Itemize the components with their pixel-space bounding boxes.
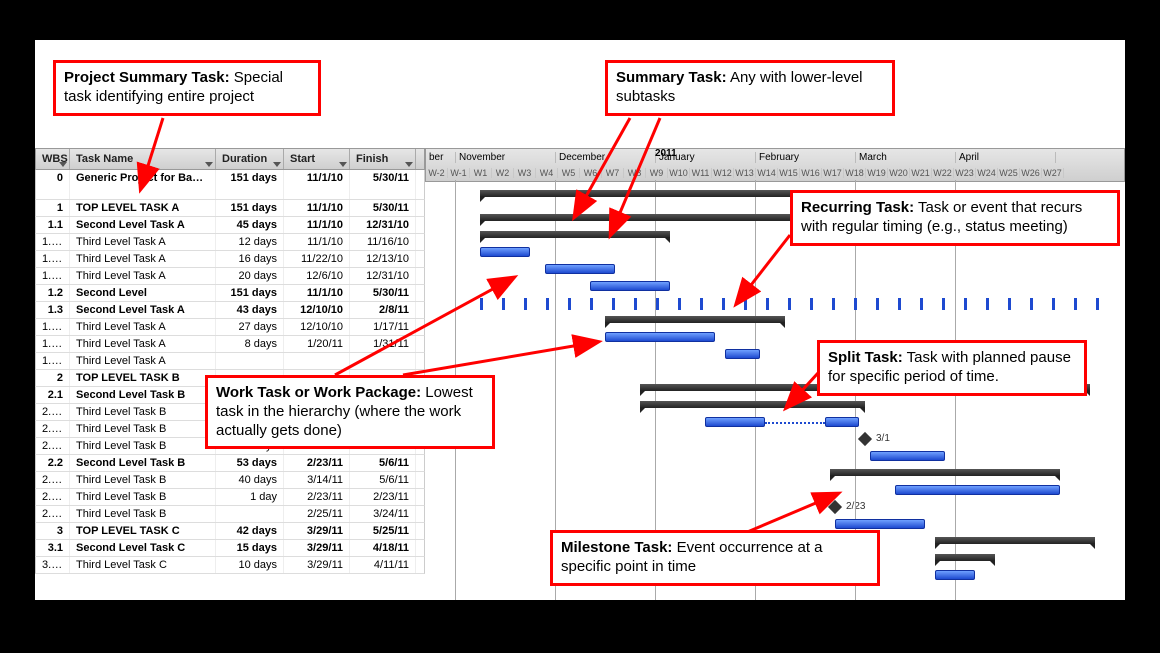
- recurring-marker: [744, 298, 747, 310]
- summary-bar[interactable]: [935, 537, 1095, 544]
- table-row[interactable]: 1.2Second Level151 days11/1/105/30/11: [35, 285, 425, 302]
- table-row[interactable]: 1.3.2Third Level Task A8 days1/20/111/31…: [35, 336, 425, 353]
- table-row[interactable]: 3.1.1Third Level Task C10 days3/29/114/1…: [35, 557, 425, 574]
- recurring-marker: [920, 298, 923, 310]
- task-bar[interactable]: [605, 332, 715, 342]
- task-bar[interactable]: [545, 264, 615, 274]
- summary-bar[interactable]: [640, 401, 865, 408]
- recurring-marker: [480, 298, 483, 310]
- recurring-marker: [766, 298, 769, 310]
- recurring-marker: [1074, 298, 1077, 310]
- gantt-diagram: Project Summary Task: Special task ident…: [35, 40, 1125, 600]
- summary-bar[interactable]: [605, 316, 785, 323]
- task-bar[interactable]: [835, 519, 925, 529]
- table-row[interactable]: 2.2Second Level Task B53 days2/23/115/6/…: [35, 455, 425, 472]
- task-bar[interactable]: [895, 485, 1060, 495]
- col-taskname[interactable]: Task Name: [70, 149, 216, 169]
- task-bar[interactable]: [480, 247, 530, 257]
- summary-bar[interactable]: [830, 469, 1060, 476]
- recurring-marker: [700, 298, 703, 310]
- recurring-marker: [986, 298, 989, 310]
- recurring-marker: [1096, 298, 1099, 310]
- task-table: WBS Task Name Duration Start Finish 0Gen…: [35, 148, 425, 574]
- table-row[interactable]: 3TOP LEVEL TASK C42 days3/29/115/25/11: [35, 523, 425, 540]
- callout-summary-task: Summary Task: Any with lower-level subta…: [605, 60, 895, 116]
- table-row[interactable]: 1.1.1Third Level Task A12 days11/1/1011/…: [35, 234, 425, 251]
- recurring-marker: [964, 298, 967, 310]
- recurring-marker: [568, 298, 571, 310]
- task-bar[interactable]: [825, 417, 859, 427]
- recurring-marker: [656, 298, 659, 310]
- recurring-marker: [876, 298, 879, 310]
- recurring-marker: [1008, 298, 1011, 310]
- callout-split: Split Task: Task with planned pause for …: [817, 340, 1087, 396]
- callout-milestone: Milestone Task: Event occurrence at a sp…: [550, 530, 880, 586]
- table-row[interactable]: 1.1.2Third Level Task A16 days11/22/1012…: [35, 251, 425, 268]
- recurring-marker: [1030, 298, 1033, 310]
- callout-recurring: Recurring Task: Task or event that recur…: [790, 190, 1120, 246]
- timeline-header: berNovemberDecemberJanuaryFebruaryMarchA…: [425, 148, 1125, 182]
- recurring-marker: [502, 298, 505, 310]
- recurring-marker: [634, 298, 637, 310]
- col-finish[interactable]: Finish: [350, 149, 416, 169]
- task-bar[interactable]: [725, 349, 760, 359]
- recurring-marker: [810, 298, 813, 310]
- col-duration[interactable]: Duration: [216, 149, 284, 169]
- table-row[interactable]: 3.1Second Level Task C15 days3/29/114/18…: [35, 540, 425, 557]
- recurring-marker: [722, 298, 725, 310]
- table-row[interactable]: 1.3Second Level Task A43 days12/10/102/8…: [35, 302, 425, 319]
- table-row[interactable]: 0Generic Project for Basic Overview151 d…: [35, 170, 425, 200]
- task-bar[interactable]: [935, 570, 975, 580]
- table-row[interactable]: 2.2.1Third Level Task B40 days3/14/115/6…: [35, 472, 425, 489]
- table-row[interactable]: 1.3.1Third Level Task A27 days12/10/101/…: [35, 319, 425, 336]
- recurring-marker: [1052, 298, 1055, 310]
- recurring-marker: [788, 298, 791, 310]
- table-row[interactable]: 2.2.2Third Level Task B1 day2/23/112/23/…: [35, 489, 425, 506]
- summary-bar[interactable]: [935, 554, 995, 561]
- callout-work-package: Work Task or Work Package: Lowest task i…: [205, 375, 495, 449]
- table-header-row: WBS Task Name Duration Start Finish: [35, 148, 425, 170]
- table-row[interactable]: 2.2.3Third Level Task B2/25/113/24/11: [35, 506, 425, 523]
- table-row[interactable]: 1TOP LEVEL TASK A151 days11/1/105/30/11: [35, 200, 425, 217]
- task-bar[interactable]: [590, 281, 670, 291]
- milestone-label: 3/1: [876, 433, 890, 444]
- recurring-marker: [832, 298, 835, 310]
- summary-bar[interactable]: [480, 231, 670, 238]
- recurring-marker: [524, 298, 527, 310]
- recurring-marker: [898, 298, 901, 310]
- recurring-marker: [942, 298, 945, 310]
- col-wbs[interactable]: WBS: [36, 149, 70, 169]
- recurring-marker: [854, 298, 857, 310]
- table-row[interactable]: 1.1Second Level Task A45 days11/1/1012/3…: [35, 217, 425, 234]
- table-row[interactable]: 1.3.3Third Level Task A: [35, 353, 425, 370]
- recurring-marker: [546, 298, 549, 310]
- col-start[interactable]: Start: [284, 149, 350, 169]
- recurring-marker: [590, 298, 593, 310]
- table-row[interactable]: 1.1.3Third Level Task A20 days12/6/1012/…: [35, 268, 425, 285]
- task-bar[interactable]: [705, 417, 765, 427]
- recurring-marker: [612, 298, 615, 310]
- recurring-marker: [678, 298, 681, 310]
- callout-project-summary: Project Summary Task: Special task ident…: [53, 60, 321, 116]
- task-bar[interactable]: [870, 451, 945, 461]
